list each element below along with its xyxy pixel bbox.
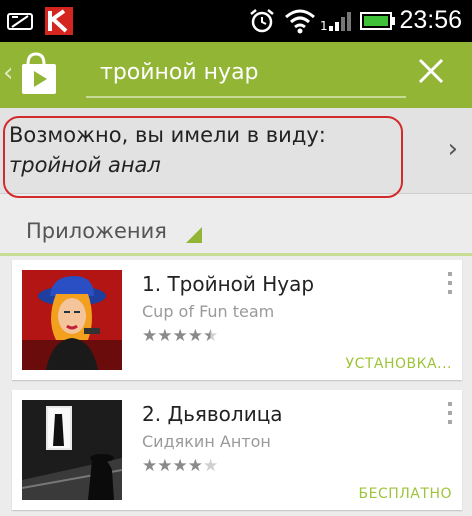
star-icon: ★ bbox=[157, 326, 173, 346]
price-label: БЕСПЛАТНО bbox=[358, 486, 452, 502]
battery-icon bbox=[360, 0, 396, 42]
section-title[interactable]: Приложения bbox=[26, 219, 167, 243]
suggestion-text[interactable]: тройной анал bbox=[9, 153, 161, 177]
star-icon: ★ bbox=[187, 456, 203, 476]
rating-stars: ★★★★★ bbox=[142, 456, 218, 476]
rating-stars: ★★★★★ bbox=[142, 326, 218, 346]
play-store-icon[interactable] bbox=[18, 50, 64, 100]
app-thumbnail[interactable] bbox=[22, 270, 122, 370]
chevron-right-icon[interactable]: › bbox=[448, 134, 458, 164]
star-icon: ★ bbox=[172, 326, 188, 346]
install-status: УСТАНОВКА... bbox=[345, 356, 452, 372]
section-corner-icon bbox=[186, 227, 202, 243]
alarm-icon bbox=[248, 0, 276, 42]
section-divider bbox=[0, 253, 472, 256]
app-developer: Cup of Fun team bbox=[142, 302, 275, 321]
back-chevron-icon[interactable]: ‹ bbox=[3, 58, 13, 88]
star-icon: ★ bbox=[157, 456, 173, 476]
half-star-icon: ★ bbox=[203, 326, 219, 346]
signal-icon: 1 bbox=[320, 0, 354, 42]
status-bar: 1 23:56 bbox=[0, 0, 472, 42]
action-bar: ‹ тройной нуар bbox=[0, 42, 472, 108]
star-icon: ★ bbox=[142, 326, 158, 346]
star-icon: ★ bbox=[142, 456, 158, 476]
app-title[interactable]: 2. Дьяволица bbox=[142, 402, 283, 426]
app-title[interactable]: 1. Тройной Нуар bbox=[142, 272, 314, 296]
star-icon: ★ bbox=[172, 456, 188, 476]
overflow-menu-icon[interactable] bbox=[446, 402, 454, 428]
screenshot-icon bbox=[6, 0, 36, 42]
clock: 23:56 bbox=[399, 6, 462, 34]
svg-text:1: 1 bbox=[320, 19, 328, 33]
empty-star-icon: ★ bbox=[203, 456, 219, 476]
app-developer: Сидякин Антон bbox=[142, 432, 271, 451]
did-you-mean-suggestion[interactable]: Возможно, вы имели в виду: тройной анал … bbox=[0, 108, 472, 198]
star-icon: ★ bbox=[187, 326, 203, 346]
app-card[interactable]: 2. Дьяволица Сидякин Антон ★★★★★ БЕСПЛАТ… bbox=[12, 390, 462, 510]
close-icon[interactable] bbox=[416, 56, 446, 86]
app-thumbnail[interactable] bbox=[21, 400, 123, 500]
app-card[interactable]: 1. Тройной Нуар Cup of Fun team ★★★★★ УС… bbox=[12, 260, 462, 380]
suggestion-prompt: Возможно, вы имели в виду: bbox=[9, 123, 326, 147]
overflow-menu-icon[interactable] bbox=[446, 272, 454, 298]
antivirus-icon bbox=[44, 0, 74, 42]
wifi-icon bbox=[284, 0, 316, 42]
search-field[interactable]: тройной нуар bbox=[86, 50, 406, 98]
search-input[interactable]: тройной нуар bbox=[100, 60, 259, 85]
